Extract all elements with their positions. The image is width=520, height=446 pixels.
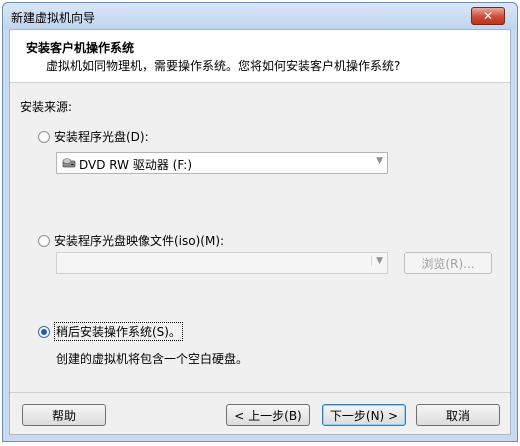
browse-button[interactable]: 浏览(R)...: [404, 252, 492, 274]
close-button[interactable]: ✕: [471, 7, 505, 25]
iso-option[interactable]: 安装程序光盘映像文件(iso)(M):: [38, 232, 224, 249]
cancel-button[interactable]: 取消: [416, 404, 500, 426]
later-radio-label[interactable]: 稍后安装操作系统(S)。: [54, 322, 183, 341]
next-button-label: 下一步(N) >: [329, 408, 399, 423]
help-button-label: 帮助: [51, 408, 76, 423]
browse-button-label: 浏览(R)...: [421, 256, 475, 271]
window-title: 新建虚拟机向导: [11, 11, 96, 25]
disc-option[interactable]: 安装程序光盘(D):: [38, 128, 149, 145]
close-icon: ✕: [482, 9, 494, 23]
disc-radio-label[interactable]: 安装程序光盘(D):: [54, 128, 149, 145]
later-option[interactable]: 稍后安装操作系统(S)。: [38, 322, 183, 341]
later-description: 创建的虚拟机将包含一个空白硬盘。: [56, 352, 249, 366]
back-button-label: < 上一步(B): [234, 408, 302, 423]
iso-radio-label[interactable]: 安装程序光盘映像文件(iso)(M):: [54, 232, 224, 249]
wizard-window: 新建虚拟机向导 ✕ 安装客户机操作系统 虚拟机如同物理机，需要操作系统。您将如何…: [2, 2, 518, 442]
page-description: 虚拟机如同物理机，需要操作系统。您将如何安装客户机操作系统?: [46, 59, 401, 73]
later-radio[interactable]: [38, 325, 50, 338]
help-button[interactable]: 帮助: [22, 404, 106, 426]
page-title: 安装客户机操作系统: [26, 41, 135, 55]
wizard-body: 安装客户机操作系统 虚拟机如同物理机，需要操作系统。您将如何安装客户机操作系统?…: [9, 29, 511, 435]
wizard-header: 安装客户机操作系统 虚拟机如同物理机，需要操作系统。您将如何安装客户机操作系统?: [10, 30, 510, 83]
next-button[interactable]: 下一步(N) >: [322, 404, 406, 426]
iso-radio[interactable]: [38, 234, 50, 247]
disc-radio[interactable]: [38, 130, 50, 143]
drive-select[interactable]: DVD RW 驱动器 (F:) ▼: [56, 152, 388, 174]
title-bar: 新建虚拟机向导 ✕: [3, 3, 517, 29]
drive-select-value: DVD RW 驱动器 (F:): [79, 158, 193, 172]
footer-divider: [10, 392, 510, 393]
back-button[interactable]: < 上一步(B): [226, 404, 310, 426]
chevron-down-icon: ▼: [371, 256, 383, 266]
cancel-button-label: 取消: [445, 408, 470, 423]
chevron-down-icon: ▼: [376, 156, 383, 166]
dvd-drive-icon: [62, 158, 76, 168]
iso-path-input[interactable]: ▼: [56, 252, 388, 274]
install-source-label: 安装来源:: [20, 100, 73, 114]
